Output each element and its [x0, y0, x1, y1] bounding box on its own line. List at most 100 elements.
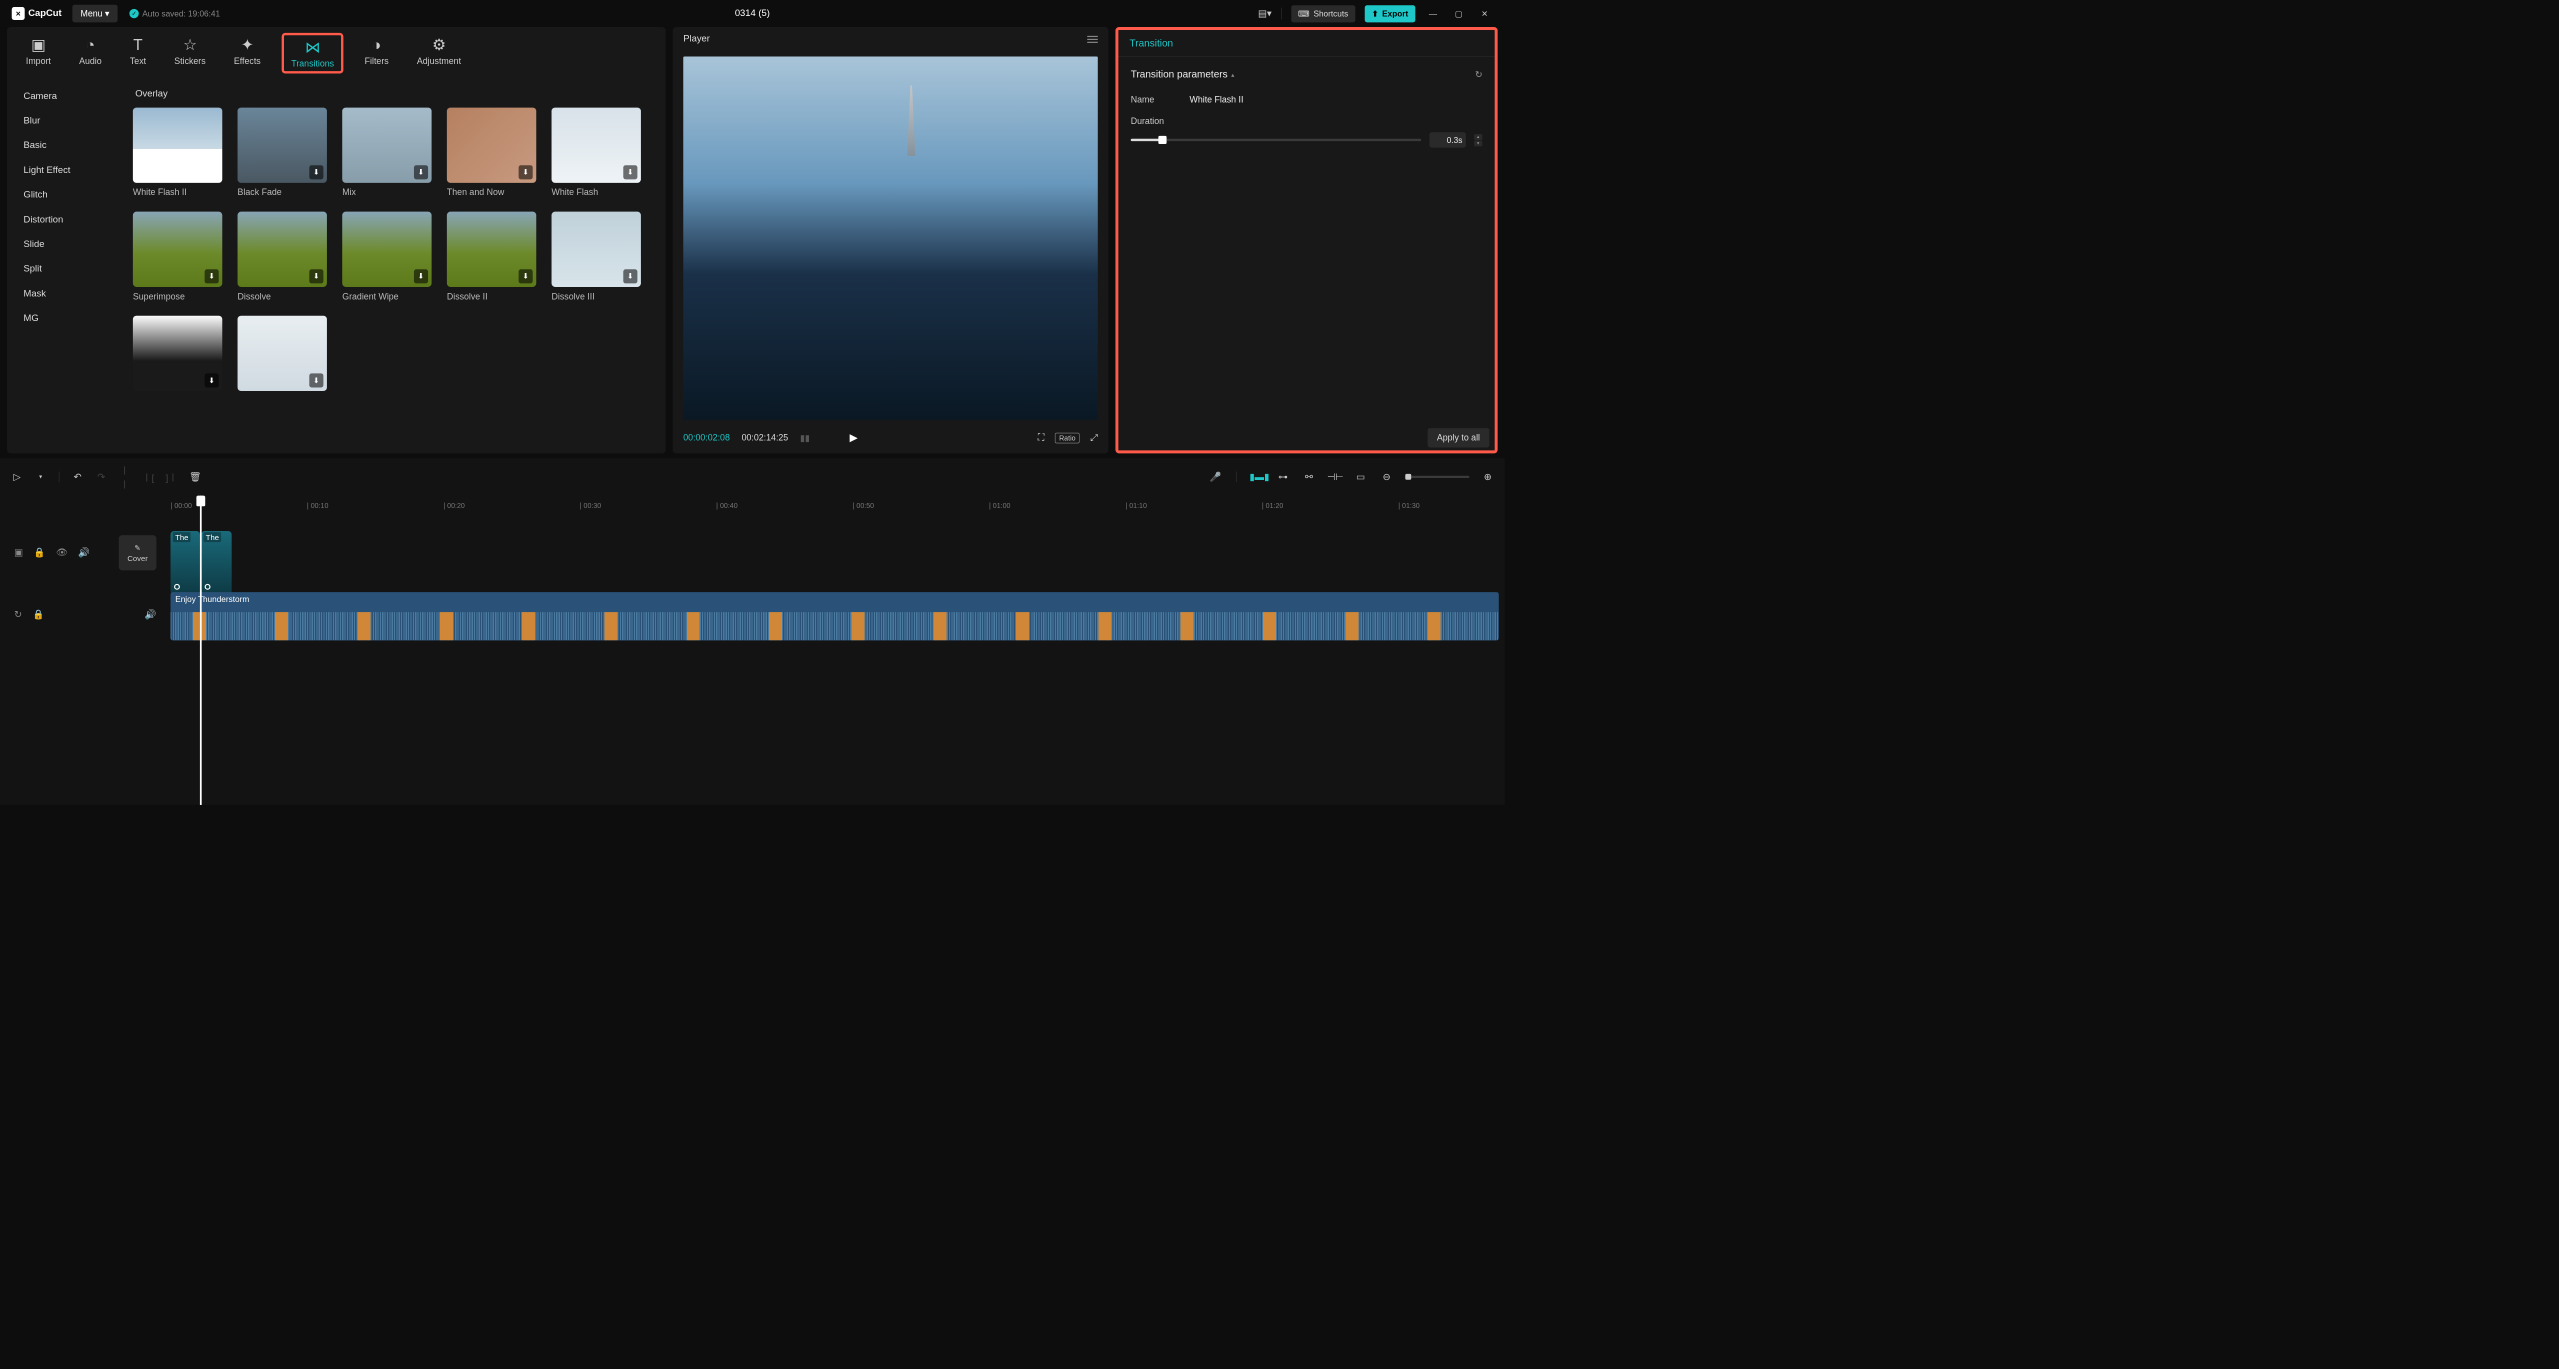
thumb-preview[interactable]: ⬇ — [447, 212, 536, 287]
tab-audio[interactable]: ◔Audio — [72, 33, 109, 74]
download-icon[interactable]: ⬇ — [519, 165, 533, 179]
category-split[interactable]: Split — [7, 257, 125, 282]
slider-thumb[interactable] — [1159, 136, 1167, 144]
maximize-button[interactable]: ▢ — [1451, 5, 1467, 21]
pointer-tool[interactable]: ▷ — [9, 471, 24, 483]
download-icon[interactable]: ⬇ — [623, 269, 637, 283]
collapse-icon[interactable]: ▴ — [1231, 71, 1234, 79]
thumb-preview[interactable]: ⬇ — [342, 108, 431, 183]
layout-icon[interactable]: ▤▾ — [1258, 8, 1272, 20]
timeline-tracks[interactable]: | 00:00| 00:10| 00:20| 00:30| 00:40| 00:… — [171, 496, 1505, 805]
transition-thumb[interactable]: ⬇Dissolve III — [552, 212, 641, 302]
download-icon[interactable]: ⬇ — [309, 165, 323, 179]
reset-icon[interactable]: ↻ — [1475, 69, 1482, 80]
redo-button[interactable]: ↷ — [93, 471, 108, 483]
zoom-out-icon[interactable]: ⊖ — [1379, 471, 1394, 483]
expand-icon[interactable]: ⤢ — [1090, 432, 1098, 443]
fullscreen-crop-icon[interactable]: ⛶ — [1038, 432, 1045, 443]
preview-tool[interactable]: ▭ — [1353, 471, 1368, 483]
close-button[interactable]: ✕ — [1476, 5, 1492, 21]
video-clip-2[interactable]: The — [201, 531, 232, 595]
category-camera[interactable]: Camera — [7, 84, 125, 109]
thumb-preview[interactable]: ⬇ — [238, 212, 327, 287]
transition-thumb[interactable]: ⬇Mix — [342, 108, 431, 198]
mute-icon[interactable]: 🔊 — [145, 609, 157, 621]
category-distortion[interactable]: Distortion — [7, 208, 125, 233]
download-icon[interactable]: ⬇ — [519, 269, 533, 283]
category-glitch[interactable]: Glitch — [7, 183, 125, 208]
audio-clip[interactable]: Enjoy Thunderstorm — [171, 592, 1499, 640]
eye-icon[interactable]: 👁 — [56, 547, 68, 559]
chain-tool[interactable]: ⚯ — [1301, 471, 1316, 483]
duration-step-down[interactable]: ▾ — [1474, 140, 1482, 146]
thumb-preview[interactable]: ⬇ — [238, 316, 327, 391]
split-left-tool[interactable]: 〡[ — [141, 470, 156, 484]
mute-icon[interactable]: 🔊 — [78, 547, 90, 559]
thumb-preview[interactable]: ⬇ — [447, 108, 536, 183]
category-mask[interactable]: Mask — [7, 282, 125, 307]
video-clip-1[interactable]: The — [171, 531, 200, 595]
lock-icon[interactable]: 🔒 — [33, 609, 45, 621]
thumb-preview[interactable]: ⬇ — [552, 108, 641, 183]
thumb-preview[interactable]: ⬇ — [238, 108, 327, 183]
transition-thumb[interactable]: ⬇Dissolve II — [447, 212, 536, 302]
category-slide[interactable]: Slide — [7, 232, 125, 257]
download-icon[interactable]: ⬇ — [623, 165, 637, 179]
audio-track[interactable]: Enjoy Thunderstorm — [171, 586, 1505, 642]
cover-button[interactable]: ✎ Cover — [119, 535, 157, 570]
category-blur[interactable]: Blur — [7, 109, 125, 134]
undo-button[interactable]: ↶ — [70, 471, 85, 483]
video-track[interactable]: The The — [171, 519, 1505, 586]
download-icon[interactable]: ⬇ — [309, 269, 323, 283]
record-voice-icon[interactable]: 🎤 — [1208, 471, 1223, 483]
tab-filters[interactable]: ◑Filters — [358, 33, 396, 74]
compare-icon[interactable]: ▮▮ — [800, 432, 810, 443]
transition-thumb[interactable]: ⬇Dissolve — [238, 212, 327, 302]
duration-input[interactable] — [1429, 132, 1465, 147]
transition-thumb[interactable]: ⬇Gradient Wipe — [342, 212, 431, 302]
link-tool[interactable]: ⊶ — [1275, 471, 1290, 483]
split-right-tool[interactable]: ]〡 — [164, 470, 179, 484]
category-basic[interactable]: Basic — [7, 133, 125, 158]
shortcuts-button[interactable]: ⌨ Shortcuts — [1291, 5, 1355, 22]
duration-step-up[interactable]: ▴ — [1474, 134, 1482, 140]
track-toggle-icon[interactable]: ▣ — [14, 547, 23, 559]
category-mg[interactable]: MG — [7, 306, 125, 331]
zoom-slider[interactable] — [1405, 476, 1470, 478]
play-button[interactable]: ▶ — [850, 432, 858, 444]
tab-adjustment[interactable]: ⚙Adjustment — [410, 33, 468, 74]
tab-stickers[interactable]: ☆Stickers — [167, 33, 212, 74]
thumb-preview[interactable] — [133, 108, 222, 183]
thumb-preview[interactable]: ⬇ — [552, 212, 641, 287]
download-icon[interactable]: ⬇ — [309, 373, 323, 387]
magnet-tool[interactable]: ▮▬▮ — [1250, 471, 1265, 483]
download-icon[interactable]: ⬇ — [414, 165, 428, 179]
thumb-preview[interactable]: ⬇ — [342, 212, 431, 287]
transition-thumb[interactable]: ⬇ — [238, 316, 327, 396]
transition-thumb[interactable]: ⬇ — [133, 316, 222, 396]
tab-transitions[interactable]: ⋈Transitions — [282, 33, 344, 74]
split-tool[interactable]: 〡〡 — [117, 463, 132, 491]
tab-effects[interactable]: ✦Effects — [227, 33, 268, 74]
lock-icon[interactable]: 🔒 — [34, 547, 46, 559]
menu-button[interactable]: Menu ▾ — [72, 5, 117, 23]
download-icon[interactable]: ⬇ — [205, 373, 219, 387]
transition-thumb[interactable]: White Flash II — [133, 108, 222, 198]
thumb-preview[interactable]: ⬇ — [133, 316, 222, 391]
duration-slider[interactable] — [1131, 139, 1421, 141]
ratio-button[interactable]: Ratio — [1055, 432, 1080, 443]
playhead[interactable] — [200, 496, 202, 805]
minimize-button[interactable]: — — [1425, 5, 1441, 21]
download-icon[interactable]: ⬇ — [414, 269, 428, 283]
delete-tool[interactable]: 🗑 — [188, 471, 203, 483]
tab-import[interactable]: ▣Import — [19, 33, 58, 74]
track-loop-icon[interactable]: ↻ — [14, 609, 22, 621]
transition-thumb[interactable]: ⬇White Flash — [552, 108, 641, 198]
align-tool[interactable]: ⊣⊢ — [1327, 471, 1342, 483]
zoom-in-icon[interactable]: ⊕ — [1480, 471, 1495, 483]
player-options-icon[interactable] — [1087, 36, 1098, 43]
export-button[interactable]: ⬆ Export — [1365, 5, 1416, 22]
download-icon[interactable]: ⬇ — [205, 269, 219, 283]
timeline-ruler[interactable]: | 00:00| 00:10| 00:20| 00:30| 00:40| 00:… — [171, 496, 1505, 520]
tab-text[interactable]: TText — [123, 33, 153, 74]
